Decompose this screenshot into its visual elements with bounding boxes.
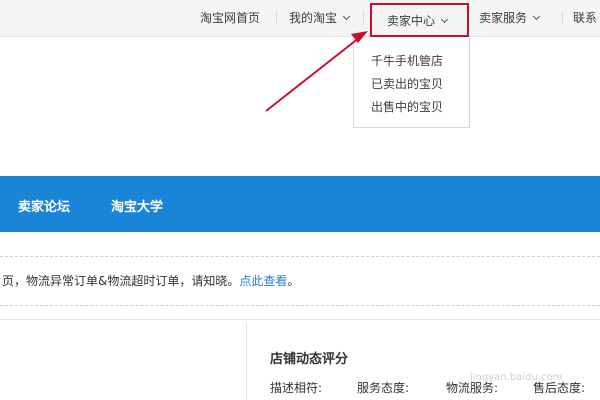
chevron-down-icon	[342, 12, 351, 21]
arrow-shaft	[265, 33, 365, 112]
nav-seller-services-label: 卖家服务	[479, 11, 528, 25]
seller-center-text: 卖家中心	[387, 14, 436, 28]
notice-view-link[interactable]: 点此查看	[239, 274, 287, 288]
dropdown-item-on-sale[interactable]: 出售中的宝贝	[371, 98, 443, 115]
seller-center-dropdown: 千牛手机管店 已卖出的宝贝 出售中的宝贝	[353, 38, 470, 128]
chevron-down-icon	[532, 12, 541, 21]
nav-separator	[276, 11, 277, 25]
dropdown-item-qianniu[interactable]: 千牛手机管店	[371, 52, 443, 69]
nav-separator	[562, 11, 563, 25]
divider	[0, 305, 600, 306]
nav-taobao-university[interactable]: 淘宝大学	[111, 196, 163, 215]
nav-seller-services[interactable]: 卖家服务	[479, 10, 541, 26]
dropdown-item-sold[interactable]: 已卖出的宝贝	[371, 75, 443, 92]
rating-label-service: 服务态度:	[357, 381, 410, 395]
shop-rating-title: 店铺动态评分	[270, 352, 349, 367]
notice-message: 页，物流异常订单&物流超时订单，请知晓。点此查看。	[2, 272, 299, 289]
chevron-down-icon	[440, 15, 449, 24]
notice-text: 页，物流异常订单&物流超时订单，请知晓。	[2, 274, 240, 288]
nav-separator	[363, 11, 364, 25]
rating-label-description: 描述相符:	[270, 381, 323, 395]
notice-end: 。	[287, 274, 300, 288]
panel-divider	[246, 322, 247, 400]
seller-center-menu[interactable]: 卖家中心	[370, 3, 469, 37]
seller-nav-bar: 卖家论坛 淘宝大学	[0, 176, 600, 232]
watermark-text: jingyan.baidu.com	[470, 372, 563, 383]
nav-my-taobao-label: 我的淘宝	[289, 11, 338, 25]
seller-center-label: 卖家中心	[387, 12, 449, 29]
nav-home-link[interactable]: 淘宝网首页	[200, 10, 260, 26]
divider	[0, 256, 600, 257]
nav-my-taobao[interactable]: 我的淘宝	[289, 10, 351, 26]
nav-seller-forum[interactable]: 卖家论坛	[18, 196, 70, 215]
nav-contact[interactable]: 联系	[573, 10, 597, 26]
